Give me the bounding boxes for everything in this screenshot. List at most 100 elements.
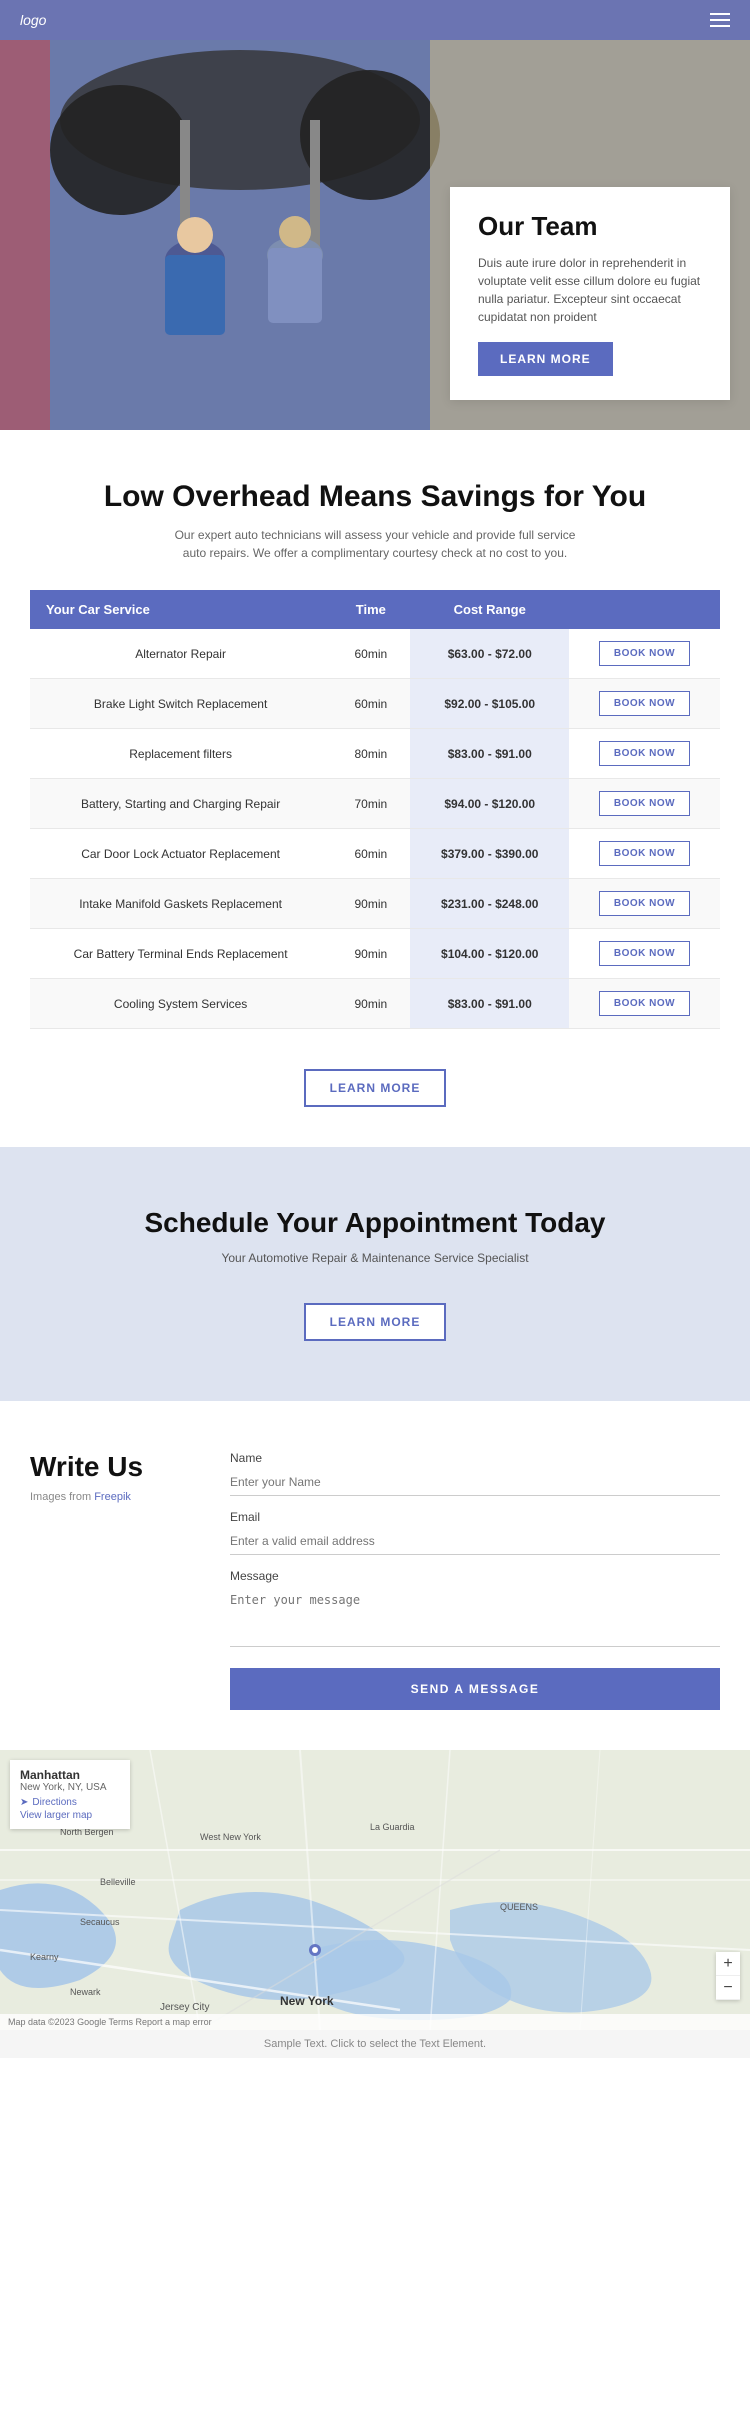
book-now-button[interactable]: BOOK NOW <box>599 791 690 816</box>
table-body: Alternator Repair 60min $63.00 - $72.00 … <box>30 629 720 1029</box>
view-larger-map-link[interactable]: View larger map <box>20 1810 120 1821</box>
appointment-title: Schedule Your Appointment Today <box>30 1207 720 1239</box>
book-action: BOOK NOW <box>569 979 720 1029</box>
book-now-button[interactable]: BOOK NOW <box>599 991 690 1016</box>
service-name: Replacement filters <box>30 729 331 779</box>
map-info-box: Manhattan New York, NY, USA ➤ Directions… <box>10 1760 130 1829</box>
contact-form: Name Email Message SEND A MESSAGE <box>230 1451 720 1710</box>
map-directions-link[interactable]: ➤ Directions <box>20 1797 120 1808</box>
hero-title: Our Team <box>478 211 702 242</box>
service-name: Intake Manifold Gaskets Replacement <box>30 879 331 929</box>
service-time: 90min <box>331 879 410 929</box>
book-action: BOOK NOW <box>569 679 720 729</box>
send-message-button[interactable]: SEND A MESSAGE <box>230 1668 720 1710</box>
savings-title: Low Overhead Means Savings for You <box>30 480 720 514</box>
freepik-link[interactable]: Freepik <box>94 1491 131 1503</box>
table-row: Cooling System Services 90min $83.00 - $… <box>30 979 720 1029</box>
directions-label: Directions <box>32 1797 76 1808</box>
footer-text: Sample Text. Click to select the Text El… <box>264 2038 486 2050</box>
name-input[interactable] <box>230 1469 720 1496</box>
contact-left: Write Us Images from Freepik <box>30 1451 190 1710</box>
book-action: BOOK NOW <box>569 629 720 679</box>
message-field-group: Message <box>230 1569 720 1652</box>
map-footer: Map data ©2023 Google Terms Report a map… <box>0 2014 750 2030</box>
savings-learn-more-button[interactable]: LEARN MORE <box>304 1069 447 1107</box>
map-placeholder: North Bergen West New York La Guardia Se… <box>0 1750 750 2030</box>
services-table: Your Car Service Time Cost Range Alterna… <box>30 590 720 1029</box>
service-name: Battery, Starting and Charging Repair <box>30 779 331 829</box>
svg-text:West New York: West New York <box>200 1832 261 1842</box>
message-input[interactable] <box>230 1587 720 1647</box>
hamburger-line-2 <box>710 19 730 21</box>
book-now-button[interactable]: BOOK NOW <box>599 641 690 666</box>
service-cost: $94.00 - $120.00 <box>410 779 569 829</box>
service-cost: $83.00 - $91.00 <box>410 979 569 1029</box>
book-action: BOOK NOW <box>569 929 720 979</box>
svg-text:La Guardia: La Guardia <box>370 1822 415 1832</box>
appointment-learn-more-button[interactable]: LEARN MORE <box>304 1303 447 1341</box>
col-time: Time <box>331 590 410 629</box>
appointment-subtitle: Your Automotive Repair & Maintenance Ser… <box>30 1251 720 1265</box>
svg-text:QUEENS: QUEENS <box>500 1902 538 1912</box>
service-cost: $104.00 - $120.00 <box>410 929 569 979</box>
site-logo: logo <box>20 12 46 28</box>
hero-card: Our Team Duis aute irure dolor in repreh… <box>450 187 730 400</box>
service-time: 90min <box>331 929 410 979</box>
savings-subtitle: Our expert auto technicians will assess … <box>165 526 585 562</box>
service-cost: $379.00 - $390.00 <box>410 829 569 879</box>
zoom-in-button[interactable]: + <box>716 1952 740 1976</box>
book-action: BOOK NOW <box>569 779 720 829</box>
svg-text:Jersey City: Jersey City <box>160 2002 209 2013</box>
service-time: 60min <box>331 829 410 879</box>
table-row: Alternator Repair 60min $63.00 - $72.00 … <box>30 629 720 679</box>
svg-text:Belleville: Belleville <box>100 1877 136 1887</box>
directions-icon: ➤ <box>20 1797 28 1808</box>
message-label: Message <box>230 1569 720 1583</box>
service-cost: $83.00 - $91.00 <box>410 729 569 779</box>
book-action: BOOK NOW <box>569 829 720 879</box>
hamburger-line-1 <box>710 13 730 15</box>
book-now-button[interactable]: BOOK NOW <box>599 891 690 916</box>
site-header: logo <box>0 0 750 40</box>
email-label: Email <box>230 1510 720 1524</box>
service-time: 70min <box>331 779 410 829</box>
appointment-section: Schedule Your Appointment Today Your Aut… <box>0 1147 750 1401</box>
hero-section: Our Team Duis aute irure dolor in repreh… <box>0 40 750 430</box>
hamburger-menu[interactable] <box>710 13 730 27</box>
service-cost: $92.00 - $105.00 <box>410 679 569 729</box>
table-header: Your Car Service Time Cost Range <box>30 590 720 629</box>
book-now-button[interactable]: BOOK NOW <box>599 841 690 866</box>
savings-section: Low Overhead Means Savings for You Our e… <box>0 430 750 1147</box>
book-now-button[interactable]: BOOK NOW <box>599 941 690 966</box>
table-row: Car Battery Terminal Ends Replacement 90… <box>30 929 720 979</box>
service-cost: $231.00 - $248.00 <box>410 879 569 929</box>
service-name: Car Battery Terminal Ends Replacement <box>30 929 331 979</box>
service-time: 60min <box>331 679 410 729</box>
service-name: Brake Light Switch Replacement <box>30 679 331 729</box>
email-field-group: Email <box>230 1510 720 1555</box>
service-cost: $63.00 - $72.00 <box>410 629 569 679</box>
freepik-prefix: Images from <box>30 1491 91 1503</box>
col-cost: Cost Range <box>410 590 569 629</box>
svg-text:New York: New York <box>280 1994 334 2008</box>
map-city-name: Manhattan <box>20 1768 120 1782</box>
hero-learn-more-button[interactable]: LEARN MORE <box>478 342 613 376</box>
freepik-attribution: Images from Freepik <box>30 1491 190 1503</box>
book-now-button[interactable]: BOOK NOW <box>599 691 690 716</box>
hero-description: Duis aute irure dolor in reprehenderit i… <box>478 254 702 326</box>
svg-text:Secaucus: Secaucus <box>80 1917 120 1927</box>
name-label: Name <box>230 1451 720 1465</box>
zoom-out-button[interactable]: − <box>716 1976 740 2000</box>
service-time: 90min <box>331 979 410 1029</box>
col-action <box>569 590 720 629</box>
map-footer-text: Map data ©2023 Google Terms Report a map… <box>8 2017 212 2027</box>
contact-section: Write Us Images from Freepik Name Email … <box>0 1401 750 1750</box>
book-now-button[interactable]: BOOK NOW <box>599 741 690 766</box>
email-input[interactable] <box>230 1528 720 1555</box>
svg-text:Newark: Newark <box>70 1987 101 1997</box>
map-section: North Bergen West New York La Guardia Se… <box>0 1750 750 2030</box>
service-time: 80min <box>331 729 410 779</box>
map-city-sub: New York, NY, USA <box>20 1782 120 1793</box>
map-zoom-controls: + − <box>716 1952 740 2000</box>
svg-text:Kearny: Kearny <box>30 1952 59 1962</box>
